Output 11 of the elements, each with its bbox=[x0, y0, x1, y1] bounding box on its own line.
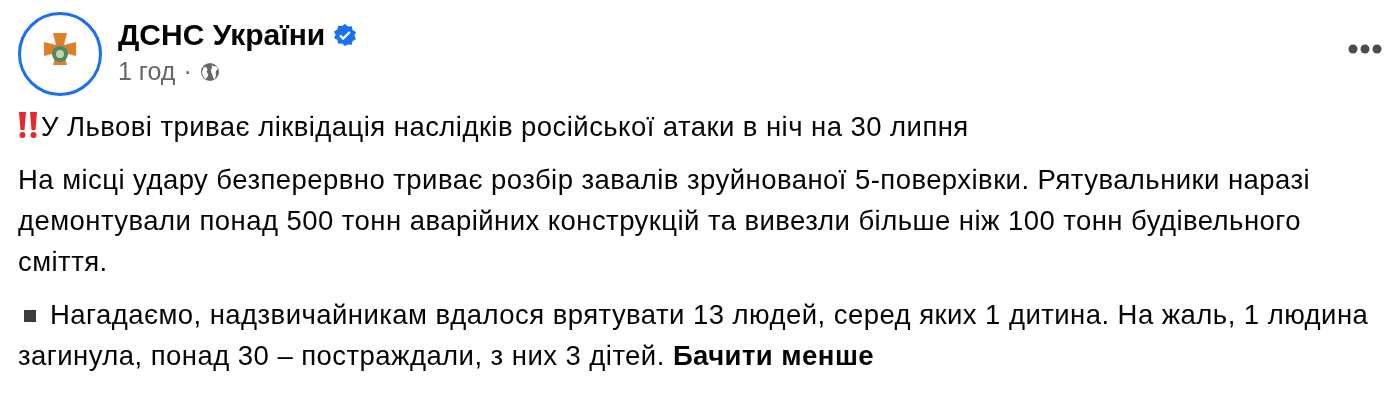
double-exclamation-icon bbox=[18, 112, 38, 138]
page-name[interactable]: ДСНС України bbox=[118, 17, 326, 54]
post-time[interactable]: 1 год bbox=[118, 53, 176, 91]
see-less-link[interactable]: Бачити менше bbox=[672, 340, 874, 371]
avatar-icon[interactable] bbox=[18, 12, 102, 96]
paragraph: У Львові триває ліквідація наслідків російської атаки в ніч на 30 липня bbox=[41, 110, 969, 144]
separator-dot: · bbox=[183, 56, 192, 88]
paragraph: На місці удару безперервно триває розбір завалів зруйнованої 5-поверхівки. Рятувальники наразі демонтували понад 500 тонн аварійних конструкцій та вивезли більше ніж 100 тонн будівельного сміття. bbox=[18, 163, 1312, 279]
globe-icon[interactable] bbox=[199, 62, 220, 82]
square-bullet-icon bbox=[24, 309, 36, 322]
paragraph: Нагадаємо, надзвичайникам вдалося врятувати 13 людей, серед яких 1 дитина. На жаль, 1 людина загинула, понад 30 – постраждали, з них 3 дітей. Бачити менше bbox=[18, 298, 1370, 373]
